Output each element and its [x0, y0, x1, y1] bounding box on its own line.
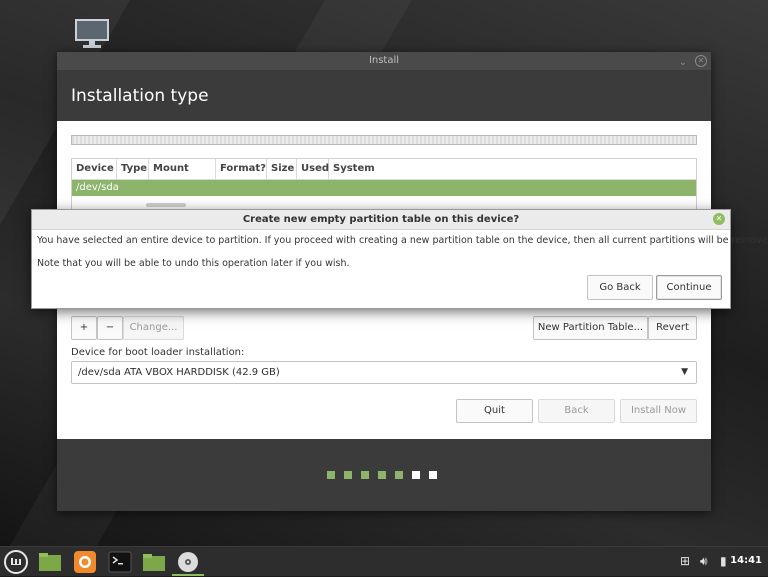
- table-scrollbar[interactable]: [146, 203, 186, 207]
- column-header-used[interactable]: Used: [297, 159, 329, 179]
- column-header-device[interactable]: Device: [72, 159, 117, 179]
- column-header-mount-point[interactable]: Mount point: [149, 159, 216, 194]
- window-title: Install: [368, 55, 400, 66]
- back-button[interactable]: Back: [538, 399, 615, 423]
- taskbar: ⊞ 🔊︎ ▮ 14:41: [0, 546, 768, 576]
- go-back-button[interactable]: Go Back: [587, 275, 653, 300]
- terminal-icon[interactable]: [108, 550, 132, 574]
- progress-dot: [395, 471, 403, 479]
- close-icon[interactable]: ✕: [695, 55, 707, 67]
- progress-dot: [344, 471, 352, 479]
- window-titlebar: Install ⌄ ✕: [57, 52, 711, 70]
- page-header: Installation type: [57, 70, 711, 121]
- firefox-icon[interactable]: [73, 550, 97, 574]
- new-partition-table-button[interactable]: New Partition Table...: [533, 316, 648, 340]
- dialog-note: Note that you will be able to undo this …: [37, 258, 350, 269]
- install-now-button[interactable]: Install Now: [620, 399, 697, 423]
- mint-menu-icon[interactable]: [4, 550, 28, 574]
- quit-button[interactable]: Quit: [456, 399, 533, 423]
- confirm-dialog: Create new empty partition table on this…: [31, 209, 768, 309]
- column-header-type[interactable]: Type: [117, 159, 149, 179]
- folder-icon[interactable]: [142, 550, 166, 574]
- progress-dot: [429, 471, 437, 479]
- dialog-close-icon[interactable]: ✕: [713, 213, 725, 225]
- files-icon[interactable]: [38, 550, 62, 574]
- partition-bar: [71, 135, 697, 145]
- progress-dot: [378, 471, 386, 479]
- bootloader-label: Device for boot loader installation:: [71, 347, 245, 358]
- dropdown-arrow-icon: ▼: [681, 367, 688, 377]
- column-header-size[interactable]: Size: [267, 159, 297, 179]
- table-header: Device Type Mount point Format? Size Use…: [72, 159, 696, 194]
- progress-dot: [412, 471, 420, 479]
- dialog-message: You have selected an entire device to pa…: [37, 235, 768, 246]
- computer-desktop-icon[interactable]: [75, 19, 109, 49]
- revert-button[interactable]: Revert: [648, 316, 697, 340]
- change-partition-button[interactable]: Change...: [123, 316, 184, 340]
- bootloader-device-value: /dev/sda ATA VBOX HARDDISK (42.9 GB): [78, 367, 280, 378]
- battery-icon[interactable]: ▮: [720, 554, 727, 568]
- network-icon[interactable]: ⊞: [680, 554, 690, 568]
- disc-icon[interactable]: [176, 550, 200, 574]
- table-row[interactable]: /dev/sda: [72, 180, 696, 196]
- column-header-system[interactable]: System: [329, 159, 696, 179]
- installer-footer: [57, 439, 711, 511]
- continue-button[interactable]: Continue: [656, 275, 722, 300]
- add-partition-button[interactable]: +: [71, 316, 97, 340]
- column-header-format[interactable]: Format?: [216, 159, 267, 179]
- page-title: Installation type: [71, 86, 209, 106]
- remove-partition-button[interactable]: −: [97, 316, 123, 340]
- progress-dot: [327, 471, 335, 479]
- dialog-title: Create new empty partition table on this…: [32, 210, 730, 230]
- volume-icon[interactable]: 🔊︎: [700, 554, 708, 569]
- partition-table: Device Type Mount point Format? Size Use…: [71, 158, 697, 210]
- progress-dot: [361, 471, 369, 479]
- clock[interactable]: 14:41: [730, 555, 762, 566]
- bootloader-device-select[interactable]: /dev/sda ATA VBOX HARDDISK (42.9 GB) ▼: [71, 361, 697, 384]
